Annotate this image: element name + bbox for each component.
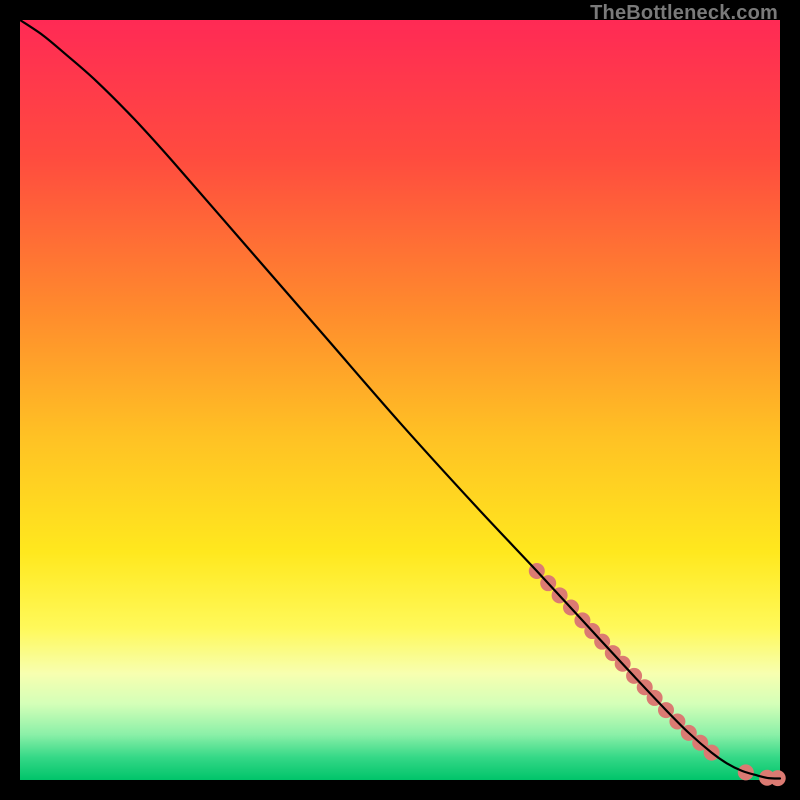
watermark-label: TheBottleneck.com: [590, 2, 778, 25]
highlight-dots: [529, 563, 786, 786]
bottleneck-curve: [20, 20, 780, 778]
plot-area: [20, 20, 780, 780]
chart-container: TheBottleneck.com: [0, 0, 800, 800]
curve-layer: [20, 20, 780, 780]
